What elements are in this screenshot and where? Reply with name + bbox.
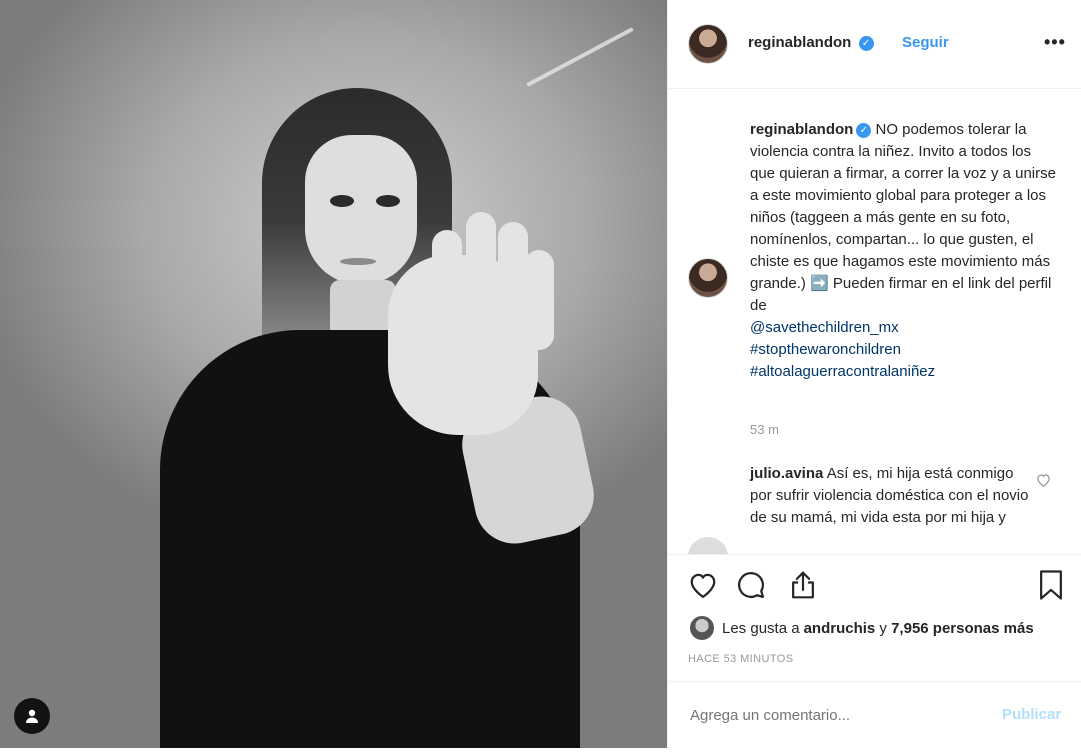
mention-link[interactable]: @savethechildren_mx [750, 317, 1060, 339]
comment-input[interactable] [688, 706, 972, 725]
post-side-panel: reginablandon ✓ Seguir ••• reginablandon… [667, 0, 1081, 748]
heart-icon[interactable] [688, 571, 718, 604]
liker-username[interactable]: andruchis [804, 620, 876, 637]
actions-section: Les gusta a andruchis y 7,956 personas m… [668, 554, 1081, 755]
author-avatar[interactable] [688, 24, 728, 64]
photo-eye-left [330, 195, 354, 207]
likes-count[interactable]: 7,956 personas más [891, 620, 1034, 637]
caption-username[interactable]: reginablandon [750, 121, 853, 138]
likes-prefix: Les gusta a [722, 619, 800, 637]
post-header: reginablandon ✓ Seguir ••• [668, 0, 1081, 89]
photo-finger [432, 230, 462, 340]
caption-text: NO podemos tolerar la violencia contra l… [750, 121, 1056, 314]
likes-line: Les gusta a andruchis y 7,956 personas m… [690, 615, 1034, 641]
caption-avatar[interactable] [688, 258, 728, 298]
photo-finger [466, 212, 496, 332]
hashtag-link[interactable]: #altoalaguerracontralaniñez [750, 361, 1060, 383]
commenter-avatar[interactable] [688, 537, 728, 554]
photo-mouth [340, 258, 376, 265]
user-tag-icon[interactable] [14, 698, 50, 734]
verified-icon: ✓ [856, 122, 872, 138]
add-comment-bar: Publicar [668, 681, 1081, 750]
photo-eye-right [376, 195, 400, 207]
likes-middle: y [875, 619, 892, 637]
comments-list[interactable]: reginablandon ✓ NO podemos tolerar la vio… [668, 89, 1081, 554]
caption-time[interactable]: 53 m [750, 422, 779, 437]
wall-streak [526, 27, 634, 87]
hashtag-link[interactable]: #stopthewaronchildren [750, 339, 1060, 361]
liker-avatar[interactable] [690, 616, 714, 640]
post-photo[interactable] [0, 0, 667, 748]
comment-item: julio.avina Así es, mi hija está conmigo… [750, 463, 1030, 529]
author-username-text[interactable]: reginablandon [748, 34, 851, 51]
more-options-button[interactable]: ••• [1044, 32, 1066, 53]
post-timestamp[interactable]: HACE 53 MINUTOS [688, 653, 793, 665]
photo-finger [524, 250, 554, 350]
author-username[interactable]: reginablandon ✓ [748, 34, 874, 51]
comment-icon[interactable] [736, 570, 766, 605]
bookmark-icon[interactable] [1038, 569, 1064, 606]
follow-button[interactable]: Seguir [902, 34, 949, 51]
verified-icon: ✓ [858, 35, 874, 51]
heart-small-icon[interactable] [1036, 473, 1051, 492]
publish-button[interactable]: Publicar [1002, 706, 1061, 723]
share-icon[interactable] [788, 569, 818, 606]
caption: reginablandon ✓ NO podemos tolerar la vio… [750, 119, 1060, 383]
commenter-username[interactable]: julio.avina [750, 465, 823, 482]
